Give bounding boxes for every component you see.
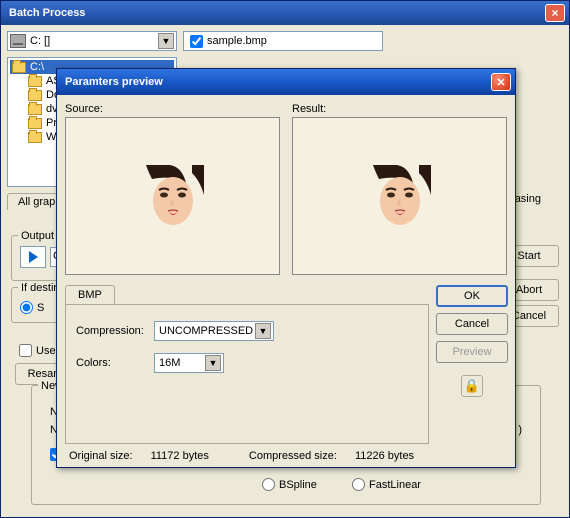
file-label: sample.bmp [207,35,267,47]
folder-open-icon [12,62,26,73]
folder-icon [28,132,42,143]
compressed-size-label: Compressed size: [249,450,337,462]
compression-combobox[interactable]: UNCOMPRESSED ▼ [154,321,274,341]
folder-icon [28,76,42,87]
lock-icon: 🔒 [464,378,480,394]
preview-button[interactable]: Preview [436,341,508,363]
outer-title-text: Batch Process [5,7,545,19]
use-checkbox[interactable] [19,344,32,357]
folder-icon [28,90,42,101]
colors-dropdown-button[interactable]: ▼ [205,355,221,371]
original-size-label: Original size: [69,450,133,462]
ok-button[interactable]: OK [436,285,508,307]
outer-close-button[interactable]: × [545,4,565,22]
modal-title-text: Paramters preview [61,76,491,88]
drive-dropdown-button[interactable]: ▼ [158,33,174,49]
output-go-button[interactable] [20,246,46,268]
compression-dropdown-button[interactable]: ▼ [255,323,271,339]
source-label: Source: [65,103,280,115]
original-size-value: 11172 bytes [151,450,209,462]
lock-button[interactable]: 🔒 [461,375,483,397]
compression-label: Compression: [76,325,154,337]
folder-root-label: C:\ [30,61,44,73]
colors-combobox[interactable]: 16M ▼ [154,353,224,373]
file-checkbox[interactable] [190,35,203,48]
drive-icon [10,34,26,48]
colors-label: Colors: [76,357,154,369]
modal-cancel-button[interactable]: Cancel [436,313,508,335]
result-thumbnail [369,165,431,227]
compression-value: UNCOMPRESSED [159,325,255,337]
folder-icon [28,104,42,115]
bspline-radio[interactable] [262,478,275,491]
source-preview-pane [65,117,280,275]
bmp-tab-panel: Compression: UNCOMPRESSED ▼ Colors: 16M … [65,304,429,444]
dest-radio[interactable] [20,301,33,314]
fastlinear-radio[interactable] [352,478,365,491]
outer-titlebar: Batch Process × [1,1,569,25]
drive-value: C: [] [30,35,158,47]
modal-titlebar: Paramters preview ✕ [57,69,515,95]
result-label: Result: [292,103,507,115]
folder-icon [28,118,42,129]
result-preview-pane [292,117,507,275]
colors-value: 16M [159,357,205,369]
output-group-title: Output [18,230,57,242]
compressed-size-value: 11226 bytes [355,450,414,462]
parameters-preview-dialog: Paramters preview ✕ Source: [56,68,516,468]
arrow-right-icon [29,251,38,263]
drive-combobox[interactable]: C: [] ▼ [7,31,177,51]
modal-close-button[interactable]: ✕ [491,73,511,91]
source-thumbnail [142,165,204,227]
file-list-item[interactable]: sample.bmp [183,31,383,51]
tab-bmp[interactable]: BMP [65,285,115,304]
